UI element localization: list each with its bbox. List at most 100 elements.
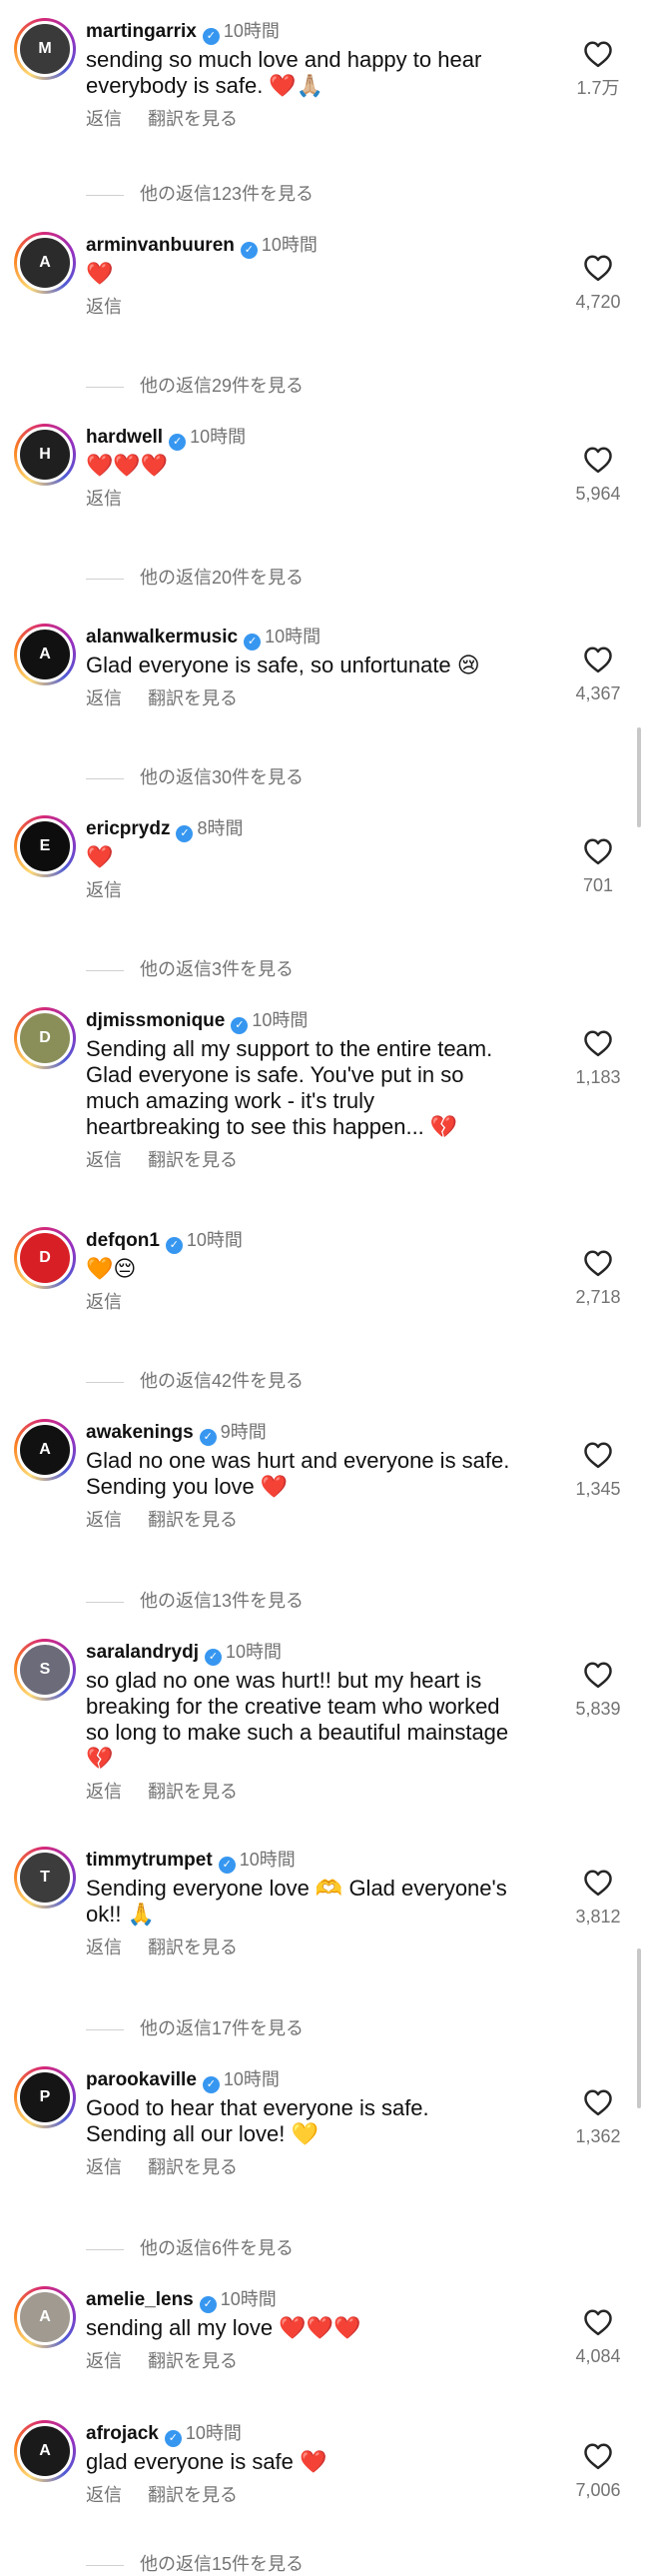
scrollbar-upper[interactable] (637, 727, 641, 827)
username[interactable]: ericprydz (86, 818, 170, 839)
replies-divider (86, 1601, 124, 1603)
translate-button[interactable]: 翻訳を見る (148, 1782, 238, 1802)
heart-icon[interactable] (563, 446, 633, 474)
avatar[interactable]: A (14, 1419, 76, 1481)
translate-button[interactable]: 翻訳を見る (148, 2157, 238, 2177)
translate-button[interactable]: 翻訳を見る (148, 2485, 238, 2505)
reply-button[interactable]: 返信 (86, 2485, 122, 2505)
view-replies-label: 他の返信29件を見る (140, 376, 305, 396)
replies-divider (86, 386, 124, 388)
username[interactable]: arminvanbuuren (86, 235, 235, 256)
view-replies-label: 他の返信3件を見る (140, 959, 295, 979)
reply-button[interactable]: 返信 (86, 1150, 122, 1170)
reply-button[interactable]: 返信 (86, 688, 122, 708)
view-replies-button[interactable]: 他の返信15件を見る (86, 2550, 304, 2576)
heart-icon[interactable] (563, 40, 633, 68)
verified-badge-icon: ✓ (164, 2430, 182, 2447)
reply-button[interactable]: 返信 (86, 2351, 122, 2371)
translate-button[interactable]: 翻訳を見る (148, 1510, 238, 1530)
translate-button[interactable]: 翻訳を見る (148, 1937, 238, 1957)
replies-divider (86, 969, 124, 971)
replies-divider (86, 1381, 124, 1383)
username[interactable]: timmytrumpet (86, 1850, 213, 1871)
avatar[interactable]: E (14, 815, 76, 877)
reply-button[interactable]: 返信 (86, 1510, 122, 1530)
reply-button[interactable]: 返信 (86, 2157, 122, 2177)
heart-icon[interactable] (563, 2088, 633, 2116)
like-section: 1,345 (563, 1441, 633, 1500)
heart-icon[interactable] (563, 837, 633, 865)
reply-button[interactable]: 返信 (86, 297, 122, 317)
comment-text: sending all my love ❤️❤️❤️ (86, 2315, 361, 2340)
verified-badge-icon: ✓ (231, 1017, 249, 1034)
avatar[interactable]: D (14, 1227, 76, 1289)
avatar[interactable]: M (14, 18, 76, 80)
avatar[interactable]: A (14, 624, 76, 685)
translate-button[interactable]: 翻訳を見る (148, 2351, 238, 2371)
username[interactable]: amelie_lens (86, 2289, 194, 2310)
heart-icon[interactable] (563, 2442, 633, 2470)
view-replies-button[interactable]: 他の返信3件を見る (86, 955, 294, 981)
username[interactable]: martingarrix (86, 21, 197, 42)
username[interactable]: saralandrydj (86, 1642, 199, 1663)
verified-badge-icon: ✓ (202, 28, 220, 45)
avatar[interactable]: T (14, 1847, 76, 1909)
avatar[interactable]: A (14, 2420, 76, 2482)
heart-icon[interactable] (563, 1869, 633, 1897)
heart-icon[interactable] (563, 1029, 633, 1057)
view-replies-button[interactable]: 他の返信20件を見る (86, 564, 304, 590)
view-replies-label: 他の返信6件を見る (140, 2238, 295, 2258)
username[interactable]: awakenings (86, 1422, 194, 1443)
heart-icon[interactable] (563, 1441, 633, 1469)
reply-button[interactable]: 返信 (86, 1292, 122, 1312)
view-replies-button[interactable]: 他の返信13件を見る (86, 1587, 304, 1613)
view-replies-button[interactable]: 他の返信29件を見る (86, 372, 304, 398)
scrollbar-lower[interactable] (637, 1948, 641, 2108)
timestamp: 9時間 (220, 1422, 267, 1442)
translate-button[interactable]: 翻訳を見る (148, 688, 238, 708)
reply-button[interactable]: 返信 (86, 1937, 122, 1957)
reply-button[interactable]: 返信 (86, 109, 122, 129)
view-replies-label: 他の返信123件を見る (140, 184, 315, 204)
avatar[interactable]: S (14, 1639, 76, 1701)
comment-body: amelie_lens ✓ 10時間 sending all my love ❤️❤… (86, 2286, 555, 2373)
heart-icon[interactable] (563, 1249, 633, 1277)
translate-button[interactable]: 翻訳を見る (148, 1150, 238, 1170)
view-replies-button[interactable]: 他の返信30件を見る (86, 763, 304, 789)
like-count: 4,720 (575, 292, 621, 312)
view-replies-label: 他の返信20件を見る (140, 568, 305, 588)
reply-button[interactable]: 返信 (86, 1782, 122, 1802)
username[interactable]: parookaville (86, 2069, 197, 2090)
verified-badge-icon: ✓ (176, 825, 194, 842)
view-replies-button[interactable]: 他の返信17件を見る (86, 2014, 304, 2040)
view-replies-label: 他の返信13件を見る (140, 1591, 305, 1611)
comment-meta: saralandrydj ✓ 10時間 (86, 1639, 555, 1666)
view-replies-button[interactable]: 他の返信42件を見る (86, 1367, 304, 1393)
comment-text: ❤️ (86, 261, 114, 286)
view-replies-button[interactable]: 他の返信6件を見る (86, 2234, 294, 2260)
comment-text: sending so much love and happy to hear e… (86, 47, 482, 98)
username[interactable]: afrojack (86, 2423, 159, 2444)
heart-icon[interactable] (563, 2308, 633, 2336)
username[interactable]: djmissmonique (86, 1010, 225, 1031)
reply-button[interactable]: 返信 (86, 489, 122, 509)
avatar[interactable]: A (14, 2286, 76, 2348)
heart-icon[interactable] (563, 254, 633, 282)
comment-body: martingarrix ✓ 10時間 sending so much love a… (86, 18, 555, 131)
timestamp: 10時間 (190, 427, 247, 447)
username[interactable]: defqon1 (86, 1230, 160, 1251)
comment-text: Glad no one was hurt and everyone is saf… (86, 1448, 510, 1499)
avatar[interactable]: D (14, 1007, 76, 1069)
avatar[interactable]: A (14, 232, 76, 294)
avatar[interactable]: H (14, 424, 76, 486)
comment-meta: parookaville ✓ 10時間 (86, 2066, 555, 2093)
heart-icon[interactable] (563, 1661, 633, 1689)
username[interactable]: hardwell (86, 427, 163, 448)
translate-button[interactable]: 翻訳を見る (148, 109, 238, 129)
view-replies-button[interactable]: 他の返信123件を見る (86, 180, 314, 206)
username[interactable]: alanwalkermusic (86, 627, 238, 647)
avatar[interactable]: P (14, 2066, 76, 2128)
reply-button[interactable]: 返信 (86, 880, 122, 900)
defqon1-logo-avatar: D (17, 1230, 73, 1286)
heart-icon[interactable] (563, 645, 633, 673)
